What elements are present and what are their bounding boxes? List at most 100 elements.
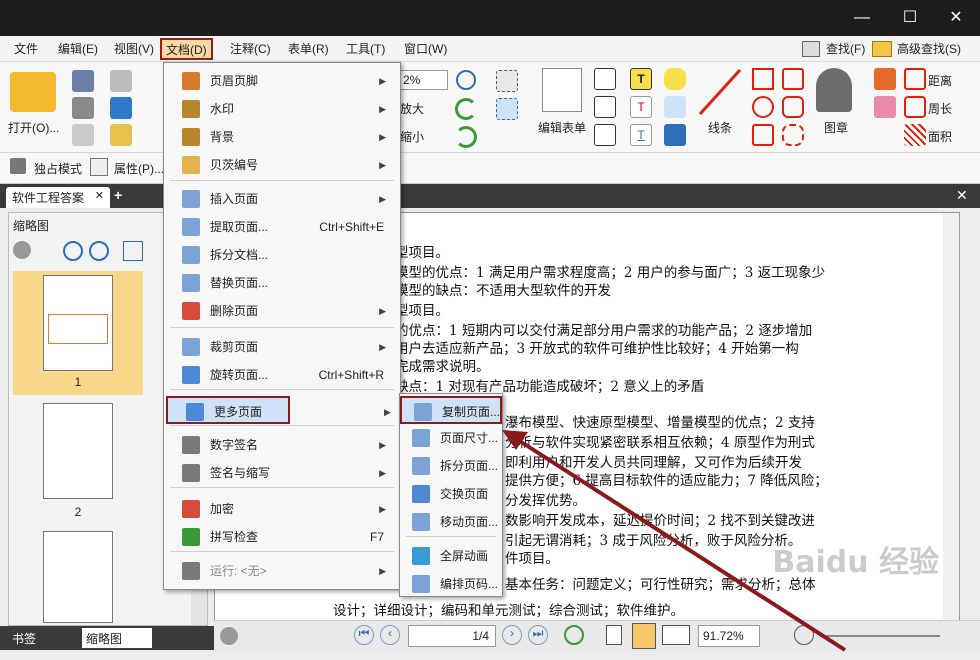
submenu-item[interactable]: 交换页面 [400,480,502,508]
close-document-icon[interactable]: ✕ [956,187,968,204]
distance-button[interactable]: 距离 [928,72,952,89]
polygon-icon[interactable] [782,96,804,118]
callout-icon[interactable] [594,124,616,146]
email-icon[interactable] [110,70,132,92]
continuous-page-icon[interactable] [632,623,656,649]
document-tab[interactable]: 软件工程答案 ✕ [6,187,110,208]
submenu-item[interactable]: 移动页面... [400,508,502,536]
rectangle-icon[interactable] [752,124,774,146]
menu-file[interactable]: 文件 [10,36,42,62]
new-tab-icon[interactable]: + [114,188,128,202]
menu-form[interactable]: 表单(R) [284,36,333,62]
strikeout-icon[interactable]: T [630,96,652,118]
back-icon[interactable] [564,625,584,645]
thumbnail-page-3[interactable] [43,531,113,623]
open-button[interactable]: 打开(O)... [8,119,59,136]
page-input[interactable]: 1/4 [408,625,496,647]
select-icon[interactable] [496,70,518,92]
tab-close-icon[interactable]: ✕ [95,189,104,202]
polygon-line-icon[interactable] [782,68,804,90]
text-field-icon[interactable] [594,68,616,90]
area-button[interactable]: 面积 [928,128,952,145]
menu-item[interactable]: 旋转页面... Ctrl+Shift+R [164,361,400,389]
menu-item[interactable]: 背景 ▶ [164,123,400,151]
attachment-icon[interactable] [664,96,686,118]
rotate-right-icon[interactable] [455,126,477,148]
facing-page-icon[interactable] [662,625,690,645]
zoom-out-status-icon[interactable] [794,625,814,645]
note-icon[interactable] [664,68,686,90]
new-doc-icon[interactable] [110,124,132,146]
gear-icon[interactable] [13,241,31,259]
find-button[interactable]: 查找(F) [822,36,869,62]
zoom-out-thumb-icon[interactable] [89,241,109,261]
zoom-input[interactable]: 2% [400,70,448,90]
ellipse-icon[interactable] [752,96,774,118]
zoom-slider[interactable] [820,635,940,637]
page-icon[interactable] [72,124,94,146]
menu-item[interactable]: 拆分文档... [164,241,400,269]
edit-form-button[interactable]: 编辑表单 [538,119,586,136]
submenu-item[interactable]: 页面尺寸... [400,424,502,452]
zoom-in-thumb-icon[interactable] [63,241,83,261]
tab-thumbnails[interactable]: 缩略图 [82,628,152,648]
menu-item[interactable]: 运行: <无> ▶ [164,557,400,585]
rotate-thumb-icon[interactable] [123,241,143,261]
print-icon[interactable] [72,97,94,119]
text-box-icon[interactable] [594,96,616,118]
stamp-icon[interactable] [816,68,852,112]
menu-item[interactable]: 数字签名 ▶ [164,431,400,459]
typewriter-icon[interactable]: T [630,68,652,90]
document-scrollbar[interactable] [943,213,959,621]
line-icon[interactable] [696,66,744,118]
menu-item[interactable]: 页眉页脚 ▶ [164,67,400,95]
menu-item[interactable]: 替换页面... [164,269,400,297]
thumbnail-page-1[interactable] [43,275,113,371]
menu-comment[interactable]: 注释(C) [226,36,275,62]
menu-document[interactable]: 文档(D) [160,38,213,60]
submenu-item[interactable]: 拆分页面... [400,452,502,480]
scan-icon[interactable] [110,97,132,119]
menu-edit[interactable]: 编辑(E) [54,36,102,62]
perimeter-button[interactable]: 周长 [928,100,952,117]
menu-item[interactable]: 水印 ▶ [164,95,400,123]
exclusive-mode-button[interactable]: 独占模式 [34,160,82,177]
menu-item[interactable]: 贝茨编号 ▶ [164,151,400,179]
minimize-button[interactable]: — [842,0,882,36]
save-icon[interactable] [72,70,94,92]
menu-item[interactable]: 提取页面... Ctrl+Shift+E [164,213,400,241]
rotate-left-icon[interactable] [455,98,477,120]
menu-item[interactable]: 删除页面 ▶ [164,297,400,325]
text-select-icon[interactable] [496,98,518,120]
arrow-icon[interactable] [752,68,774,90]
zoom-out-button[interactable]: 缩小 [400,128,424,145]
zoom-in-button[interactable]: 放大 [400,100,424,117]
menu-item[interactable]: 更多页面 ▶ [166,396,391,424]
menu-view[interactable]: 视图(V) [110,36,158,62]
thumbnail-selected[interactable]: 1 [13,271,143,395]
zoom-in-icon[interactable] [456,70,476,90]
last-page-icon[interactable]: ⏭ [528,625,548,645]
sound-icon[interactable] [664,124,686,146]
submenu-item[interactable]: 编排页码... [400,570,502,598]
edit-form-icon[interactable] [542,68,582,112]
zoom-level-input[interactable]: 91.72% [698,625,760,647]
menu-item[interactable]: 签名与缩写 ▶ [164,459,400,487]
next-page-icon[interactable]: › [502,625,522,645]
close-button[interactable]: ✕ [936,0,976,36]
thumbnail-page-2[interactable] [43,403,113,499]
pencil-icon[interactable] [874,68,896,90]
menu-window[interactable]: 窗口(W) [400,36,451,62]
menu-item[interactable]: 裁剪页面 ▶ [164,333,400,361]
single-page-icon[interactable] [606,625,622,645]
advanced-find-button[interactable]: 高级查找(S) [893,36,965,62]
prev-page-icon[interactable]: ‹ [380,625,400,645]
stamp-button[interactable]: 图章 [824,119,848,136]
cloud-icon[interactable] [782,124,804,146]
eraser-icon[interactable] [874,96,896,118]
properties-button[interactable]: 属性(P)... [114,160,164,177]
submenu-item[interactable]: 复制页面... [400,396,502,424]
menu-item[interactable]: 插入页面 ▶ [164,185,400,213]
maximize-button[interactable]: ☐ [890,0,930,36]
menu-item[interactable]: 加密 ▶ [164,495,400,523]
